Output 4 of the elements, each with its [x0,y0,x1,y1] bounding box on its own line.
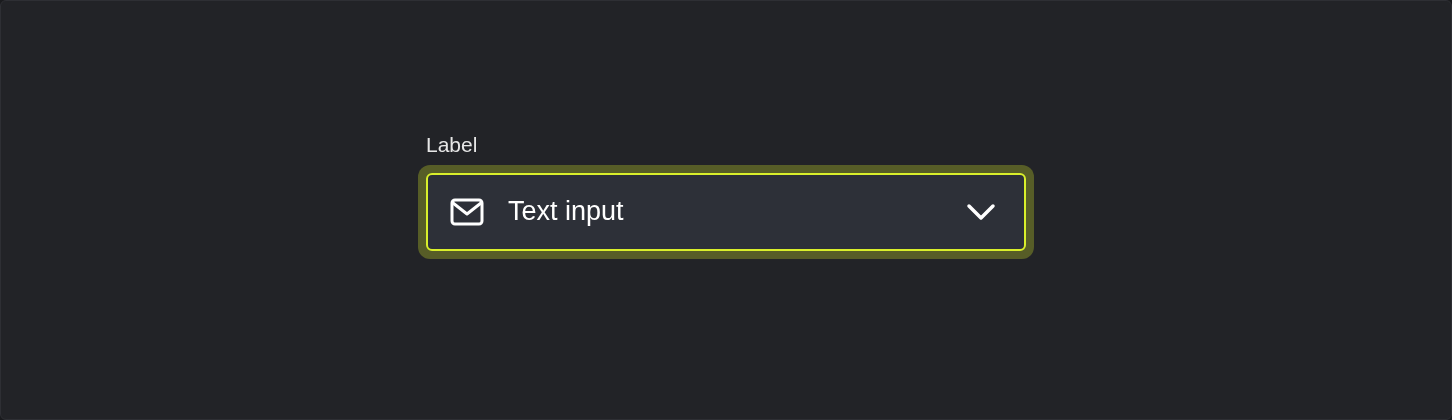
field-label: Label [426,132,478,158]
chevron-down-icon [966,202,996,221]
dropdown-field[interactable]: Text input [426,172,1026,251]
mail-icon [450,197,484,226]
